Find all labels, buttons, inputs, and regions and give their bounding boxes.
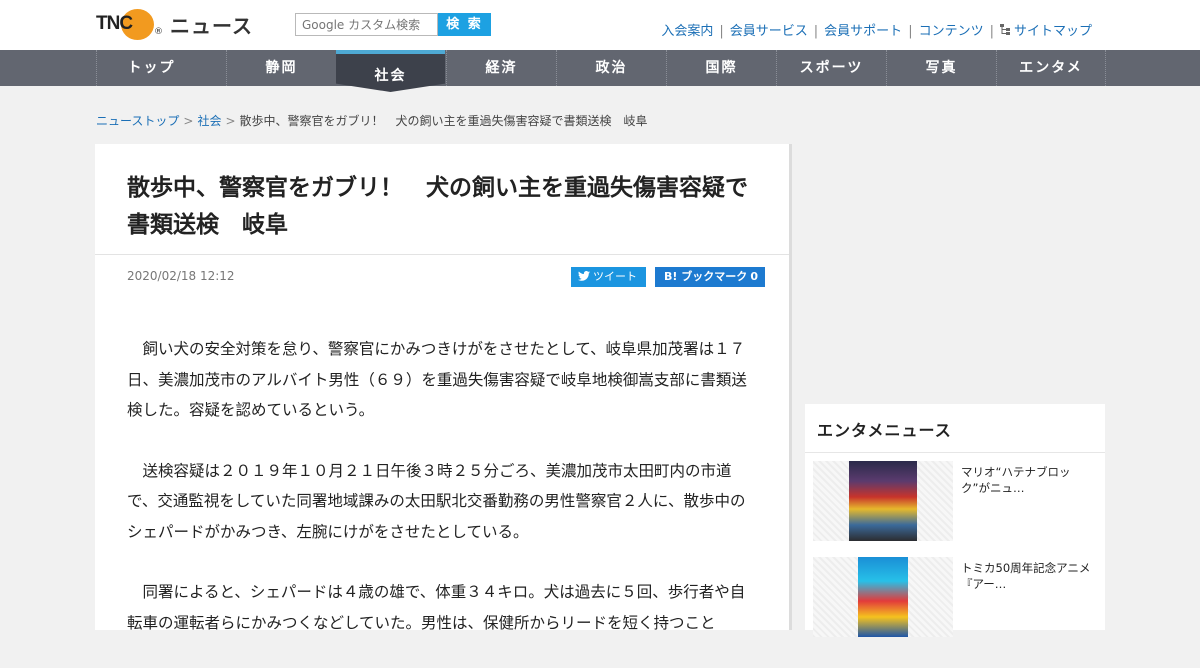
nav-item-international[interactable]: 国際	[666, 50, 776, 86]
link-separator: |	[813, 24, 819, 39]
site-header: TNC ® ニュース 検 索 入会案内 | 会員サービス | 会員サポート | コンテンツ |…	[0, 0, 1200, 50]
panel-title: エンタメニュース	[817, 421, 952, 440]
link-separator: |	[989, 24, 994, 39]
registered-mark: ®	[154, 27, 163, 37]
breadcrumb-society[interactable]: 社会	[197, 114, 221, 128]
hatena-count: 0	[750, 270, 758, 283]
logo-text: TNC	[96, 13, 133, 34]
news-thumbnail[interactable]	[813, 461, 953, 541]
nav-item-politics[interactable]: 政治	[556, 50, 666, 86]
nav-item-economy[interactable]: 経済	[446, 50, 556, 86]
entertainment-news-panel: エンタメニュース マリオ“ハテナブロック”がニュ… トミカ50周年記念アニメ『ア…	[805, 404, 1105, 637]
breadcrumb: ニューストップ > 社会 > 散歩中、警察官をガブリ！ 犬の飼い主を重過失傷害容疑で書類…	[96, 112, 648, 129]
breadcrumb-news-top[interactable]: ニューストップ	[96, 114, 179, 128]
breadcrumb-current: 散歩中、警察官をガブリ！ 犬の飼い主を重過失傷害容疑で書類送検 岐阜	[239, 114, 648, 128]
link-separator: |	[908, 24, 913, 39]
search-input[interactable]	[295, 13, 438, 36]
nav-item-entertainment[interactable]: エンタメ	[996, 50, 1106, 86]
list-item[interactable]: マリオ“ハテナブロック”がニュ…	[813, 461, 1097, 541]
news-headline[interactable]: トミカ50周年記念アニメ『アー…	[961, 560, 1093, 592]
thumbnail-image	[849, 461, 917, 541]
nav-item-photo[interactable]: 写真	[886, 50, 996, 86]
list-item[interactable]: トミカ50周年記念アニメ『アー…	[813, 557, 1097, 637]
search-button[interactable]: 検 索	[438, 13, 491, 36]
article-paragraph: 同署によると、シェパードは４歳の雄で、体重３４キロ。犬は過去に５回、歩行者や自転…	[127, 583, 746, 632]
hatena-bookmark-button[interactable]: B! ブックマーク 0	[655, 267, 765, 287]
article-paragraph: 飼い犬の安全対策を怠り、警察官にかみつきけがをさせたとして、岐阜県加茂署は１７日…	[127, 340, 747, 419]
article-date: 2020/02/18 12:12	[127, 269, 235, 283]
main-nav: トップ 静岡 経済 政治 国際 スポーツ 写真 エンタメ	[0, 50, 1200, 86]
site-name[interactable]: ニュース	[170, 10, 253, 39]
panel-divider	[805, 452, 1105, 453]
article-title: 散歩中、警察官をガブリ！ 犬の飼い主を重過失傷害容疑で書類送検 岐阜	[127, 175, 748, 238]
link-contents[interactable]: コンテンツ	[919, 20, 984, 39]
breadcrumb-separator: >	[183, 114, 194, 128]
news-headline[interactable]: マリオ“ハテナブロック”がニュ…	[961, 464, 1093, 496]
article-body: 飼い犬の安全対策を怠り、警察官にかみつきけがをさせたとして、岐阜県加茂署は１７日…	[127, 334, 757, 668]
hatena-label: B! ブックマーク	[664, 270, 748, 283]
nav-item-sports[interactable]: スポーツ	[776, 50, 886, 86]
sitemap-icon	[999, 24, 1010, 39]
link-sitemap[interactable]: サイトマップ	[1014, 20, 1092, 39]
article-paragraph: 送検容疑は２０１９年１０月２１日午後３時２５分ごろ、美濃加茂市太田町内の市道で、…	[127, 461, 746, 541]
link-separator: |	[719, 24, 724, 39]
tweet-button[interactable]: ツイート	[571, 267, 646, 287]
article: 散歩中、警察官をガブリ！ 犬の飼い主を重過失傷害容疑で書類送検 岐阜 2020/…	[95, 144, 792, 632]
title-divider	[95, 254, 789, 255]
link-member-support[interactable]: 会員サポート	[824, 20, 902, 39]
twitter-bird-icon	[578, 270, 593, 283]
nav-item-society[interactable]: 社会	[336, 50, 445, 92]
link-member-service[interactable]: 会員サービス	[730, 20, 808, 39]
thumbnail-image	[858, 557, 908, 637]
link-membership-info[interactable]: 入会案内	[661, 20, 713, 39]
top-links: 入会案内 | 会員サービス | 会員サポート | コンテンツ | サイトマップ	[661, 20, 1092, 39]
nav-item-shizuoka[interactable]: 静岡	[226, 50, 336, 86]
news-thumbnail[interactable]	[813, 557, 953, 637]
site-logo[interactable]: TNC ®	[96, 9, 163, 40]
breadcrumb-separator: >	[225, 114, 236, 128]
tweet-label: ツイート	[593, 270, 637, 283]
nav-item-top[interactable]: トップ	[96, 50, 206, 86]
